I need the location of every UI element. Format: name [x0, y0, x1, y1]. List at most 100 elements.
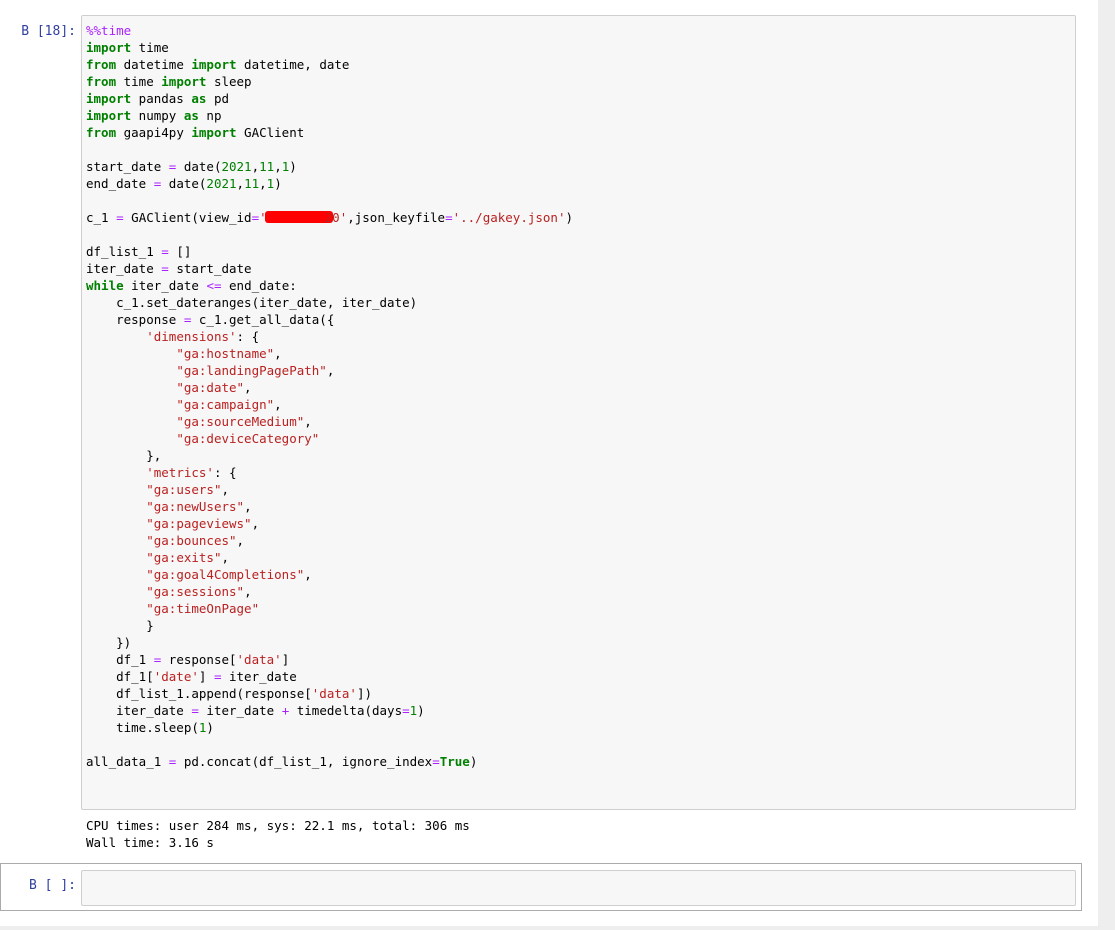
code-token: gaapi4py — [116, 125, 192, 140]
code-token: ) — [469, 754, 478, 769]
code-token: start_date — [86, 159, 169, 174]
code-token: ,json_keyfile — [347, 210, 446, 225]
code-token: , — [244, 499, 252, 514]
output-line: CPU times: user 284 ms, sys: 22.1 ms, to… — [86, 818, 470, 833]
code-token: , — [221, 550, 230, 565]
code-token: 'data' — [311, 686, 357, 701]
code-token: , — [251, 516, 260, 531]
code-token: 20' — [324, 210, 348, 225]
code-token: pandas — [131, 91, 192, 106]
code-token: "ga:goal4Completions" — [146, 567, 305, 582]
code-token: "ga:campaign" — [176, 397, 275, 412]
code-token: ] — [198, 669, 214, 684]
code-token: , — [274, 346, 282, 361]
code-token: = — [191, 703, 199, 718]
code-token: while — [86, 278, 124, 293]
code-token: "ga:newUsers" — [146, 499, 245, 514]
code-token: = — [432, 754, 440, 769]
code-token: df_list_1 — [86, 244, 162, 259]
code-token: df_1[ — [86, 669, 154, 684]
code-token: datetime — [116, 57, 192, 72]
code-token: <= — [206, 278, 222, 293]
code-token: iter_date — [221, 669, 297, 684]
code-token: , — [259, 176, 267, 191]
cell-1-code-editor[interactable]: %%time import time from datetime import … — [81, 15, 1076, 810]
code-token: import — [191, 125, 237, 140]
code-token: start_date — [168, 261, 252, 276]
code-token: time — [116, 74, 162, 89]
output-line: Wall time: 3.16 s — [86, 835, 214, 850]
code-token: import — [86, 91, 132, 106]
code-token: iter_date — [86, 703, 192, 718]
code-token: import — [191, 57, 237, 72]
code-token: iter_date — [86, 261, 162, 276]
code-token: 11 — [259, 159, 275, 174]
code-token: GAClient(view_id — [123, 210, 252, 225]
code-token: 11 — [244, 176, 260, 191]
code-token: 'metrics' — [146, 465, 214, 480]
code-token: import — [161, 74, 207, 89]
code-token: "ga:exits" — [146, 550, 222, 565]
code-token: response[ — [161, 652, 237, 667]
cell-1-code: %%time import time from datetime import … — [82, 16, 1075, 770]
code-token: '../gakey.json' — [452, 210, 566, 225]
cell-2-code-editor[interactable] — [81, 870, 1076, 906]
notebook-container: В [18]: %%time import time from datetime… — [0, 0, 1098, 926]
code-token: }) — [86, 635, 132, 650]
code-token: }, — [86, 448, 162, 463]
code-token: "ga:landingPagePath" — [176, 363, 327, 378]
code-token: , — [244, 584, 252, 599]
code-token: , — [251, 159, 260, 174]
code-token: ) — [289, 159, 297, 174]
code-token: date( — [176, 159, 222, 174]
code-token: from — [86, 125, 117, 140]
code-token: True — [439, 754, 470, 769]
code-token: c_1.get_all_data({ — [191, 312, 335, 327]
code-token: sleep — [206, 74, 252, 89]
code-token: iter_date — [198, 703, 282, 718]
code-token: datetime, date — [236, 57, 350, 72]
code-token: end_date — [86, 176, 154, 191]
code-token: : { — [213, 465, 237, 480]
code-token: ] — [281, 652, 290, 667]
code-token: numpy — [131, 108, 184, 123]
code-token: "ga:pageviews" — [146, 516, 252, 531]
code-token: , — [236, 533, 245, 548]
code-token: import — [86, 108, 132, 123]
code-token: "ga:deviceCategory" — [176, 431, 320, 446]
cell-1-prompt: В [18]: — [21, 24, 76, 39]
code-token: ) — [206, 720, 214, 735]
redaction-mark — [264, 211, 333, 223]
code-token: ]) — [356, 686, 372, 701]
code-token: "ga:users" — [146, 482, 222, 497]
cell-1-output: CPU times: user 284 ms, sys: 22.1 ms, to… — [86, 817, 470, 851]
code-token: df_1 — [86, 652, 154, 667]
code-token: end_date: — [221, 278, 297, 293]
code-token: : { — [236, 329, 260, 344]
code-token: , — [244, 380, 252, 395]
code-token: = — [251, 210, 260, 225]
code-token: df_list_1.append(response[ — [86, 686, 312, 701]
code-token: from — [86, 57, 117, 72]
code-token: c_1 — [86, 210, 117, 225]
code-token: time.sleep( — [86, 720, 199, 735]
code-token: pd.concat(df_list_1, ignore_index — [176, 754, 433, 769]
code-token: , — [236, 176, 245, 191]
code-token: %%time — [86, 23, 132, 38]
code-token: pd — [206, 91, 230, 106]
code-token: date( — [161, 176, 207, 191]
code-token: "ga:bounces" — [146, 533, 237, 548]
code-token: np — [198, 108, 222, 123]
code-token: from — [86, 74, 117, 89]
